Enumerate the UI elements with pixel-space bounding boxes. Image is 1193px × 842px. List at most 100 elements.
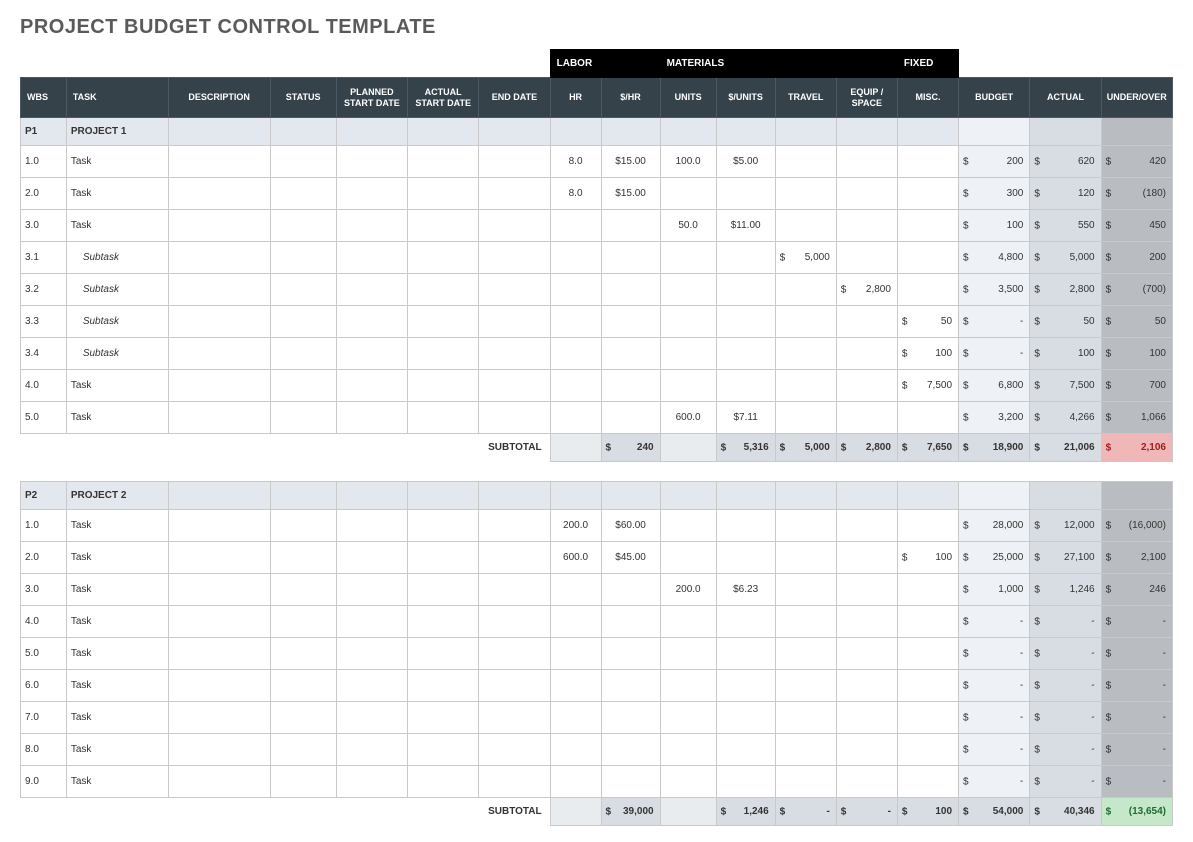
- cell[interactable]: $5,000: [775, 434, 836, 462]
- cell[interactable]: [897, 146, 958, 178]
- cell[interactable]: [408, 146, 479, 178]
- cell[interactable]: $(180): [1101, 178, 1172, 210]
- cell[interactable]: $-: [1030, 670, 1101, 702]
- cell[interactable]: [716, 606, 775, 638]
- cell[interactable]: $50: [897, 306, 958, 338]
- cell[interactable]: [897, 402, 958, 434]
- cell[interactable]: [660, 178, 716, 210]
- cell[interactable]: [550, 734, 601, 766]
- cell[interactable]: [897, 210, 958, 242]
- cell[interactable]: [716, 638, 775, 670]
- cell[interactable]: [660, 118, 716, 146]
- cell[interactable]: $3,500: [959, 274, 1030, 306]
- cell[interactable]: 1.0: [21, 146, 67, 178]
- cell[interactable]: $(700): [1101, 274, 1172, 306]
- cell[interactable]: [336, 118, 407, 146]
- cell[interactable]: [836, 242, 897, 274]
- cell[interactable]: [168, 734, 270, 766]
- cell[interactable]: [336, 338, 407, 370]
- cell[interactable]: 3.0: [21, 210, 67, 242]
- cell[interactable]: $15.00: [601, 178, 660, 210]
- cell[interactable]: [550, 702, 601, 734]
- cell[interactable]: [336, 242, 407, 274]
- cell[interactable]: [270, 734, 336, 766]
- cell[interactable]: [775, 574, 836, 606]
- cell[interactable]: [408, 118, 479, 146]
- cell[interactable]: [897, 606, 958, 638]
- cell[interactable]: [270, 482, 336, 510]
- cell[interactable]: $100: [897, 542, 958, 574]
- cell[interactable]: [775, 766, 836, 798]
- cell[interactable]: [959, 118, 1030, 146]
- cell[interactable]: [775, 510, 836, 542]
- cell[interactable]: [775, 670, 836, 702]
- cell[interactable]: $5,000: [775, 242, 836, 274]
- cell[interactable]: [836, 542, 897, 574]
- cell[interactable]: $60.00: [601, 510, 660, 542]
- cell[interactable]: [550, 482, 601, 510]
- cell[interactable]: $6.23: [716, 574, 775, 606]
- cell[interactable]: [270, 574, 336, 606]
- cell[interactable]: [716, 734, 775, 766]
- cell[interactable]: $2,106: [1101, 434, 1172, 462]
- cell[interactable]: Task: [66, 766, 168, 798]
- cell[interactable]: $-: [1101, 766, 1172, 798]
- cell[interactable]: 2.0: [21, 542, 67, 574]
- cell[interactable]: [716, 370, 775, 402]
- cell[interactable]: $200: [1101, 242, 1172, 274]
- cell[interactable]: [660, 370, 716, 402]
- cell[interactable]: [479, 702, 550, 734]
- cell[interactable]: Task: [66, 702, 168, 734]
- cell[interactable]: [1101, 118, 1172, 146]
- cell[interactable]: $100: [1101, 338, 1172, 370]
- cell[interactable]: $5,316: [716, 434, 775, 462]
- cell[interactable]: [601, 306, 660, 338]
- cell[interactable]: Task: [66, 606, 168, 638]
- cell[interactable]: [775, 178, 836, 210]
- cell[interactable]: [775, 482, 836, 510]
- cell[interactable]: [550, 306, 601, 338]
- cell[interactable]: [408, 702, 479, 734]
- cell[interactable]: [716, 242, 775, 274]
- cell[interactable]: Subtask: [66, 242, 168, 274]
- cell[interactable]: [775, 274, 836, 306]
- cell[interactable]: [408, 670, 479, 702]
- cell[interactable]: [601, 274, 660, 306]
- cell[interactable]: 4.0: [21, 606, 67, 638]
- cell[interactable]: [660, 274, 716, 306]
- project-name[interactable]: PROJECT 1: [66, 118, 168, 146]
- cell[interactable]: [660, 306, 716, 338]
- cell[interactable]: $-: [1101, 702, 1172, 734]
- cell[interactable]: $100: [1030, 338, 1101, 370]
- cell[interactable]: $620: [1030, 146, 1101, 178]
- cell[interactable]: [660, 734, 716, 766]
- cell[interactable]: [270, 178, 336, 210]
- cell[interactable]: $-: [959, 734, 1030, 766]
- cell[interactable]: $40,346: [1030, 798, 1101, 826]
- cell[interactable]: [168, 510, 270, 542]
- cell[interactable]: [716, 178, 775, 210]
- cell[interactable]: [408, 574, 479, 606]
- cell[interactable]: $54,000: [959, 798, 1030, 826]
- cell[interactable]: [270, 242, 336, 274]
- cell[interactable]: [168, 146, 270, 178]
- cell[interactable]: [836, 370, 897, 402]
- cell[interactable]: [550, 670, 601, 702]
- cell[interactable]: $-: [959, 606, 1030, 638]
- cell[interactable]: [660, 482, 716, 510]
- cell[interactable]: [601, 766, 660, 798]
- cell[interactable]: [836, 178, 897, 210]
- cell[interactable]: [660, 434, 716, 462]
- project-name[interactable]: PROJECT 2: [66, 482, 168, 510]
- cell[interactable]: [836, 210, 897, 242]
- cell[interactable]: $100: [959, 210, 1030, 242]
- cell[interactable]: [775, 210, 836, 242]
- cell[interactable]: [601, 734, 660, 766]
- cell[interactable]: [270, 370, 336, 402]
- cell[interactable]: [716, 274, 775, 306]
- cell[interactable]: [479, 242, 550, 274]
- cell[interactable]: $39,000: [601, 798, 660, 826]
- cell[interactable]: $5.00: [716, 146, 775, 178]
- cell[interactable]: [408, 306, 479, 338]
- cell[interactable]: [168, 118, 270, 146]
